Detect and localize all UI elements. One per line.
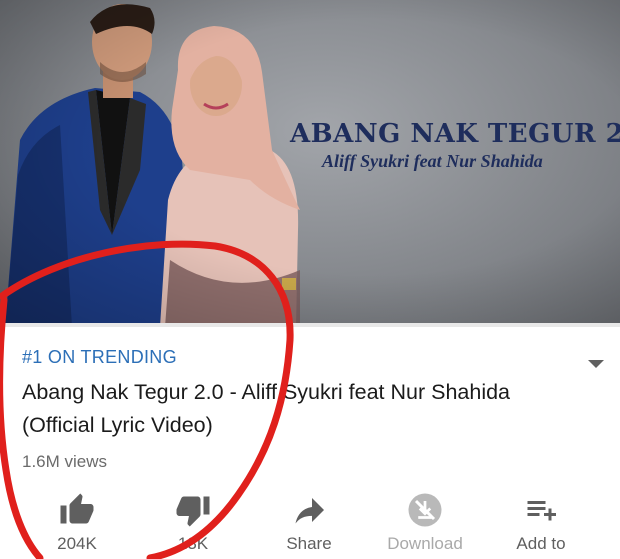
share-button[interactable]: Share xyxy=(254,488,364,559)
like-count: 204K xyxy=(57,534,97,553)
dislike-button[interactable]: 13K xyxy=(138,488,248,559)
thumbnail-artist: Aliff Syukri feat Nur Shahida xyxy=(322,151,543,171)
video-title: Abang Nak Tegur 2.0 - Aliff Syukri feat … xyxy=(22,380,511,437)
download-label: Download xyxy=(387,534,463,553)
action-bar: 204K 13K Share Download Add to xyxy=(0,488,620,559)
add-to-label: Add to xyxy=(516,534,566,553)
like-button[interactable]: 204K xyxy=(22,488,132,559)
video-progress-fill xyxy=(0,323,620,327)
view-count: 1.6M views xyxy=(22,452,108,471)
thumbs-down-icon xyxy=(176,496,210,527)
dislike-count: 13K xyxy=(177,534,209,553)
add-to-button[interactable]: Add to xyxy=(486,488,596,559)
download-disabled-icon xyxy=(408,493,442,527)
thumbs-up-icon xyxy=(60,493,94,524)
video-progress-bar[interactable] xyxy=(0,323,620,327)
share-icon xyxy=(295,498,324,524)
thumbnail-title: ABANG NAK TEGUR 2.0 xyxy=(290,119,620,149)
download-button[interactable]: Download xyxy=(370,488,480,559)
video-thumbnail[interactable]: ABANG NAK TEGUR 2.0 Aliff Syukri feat Nu… xyxy=(0,0,620,327)
expand-description-icon[interactable] xyxy=(588,360,604,368)
share-label: Share xyxy=(286,534,332,553)
playlist-add-icon xyxy=(527,501,556,521)
trending-badge[interactable]: #1 ON TRENDING xyxy=(22,347,177,368)
